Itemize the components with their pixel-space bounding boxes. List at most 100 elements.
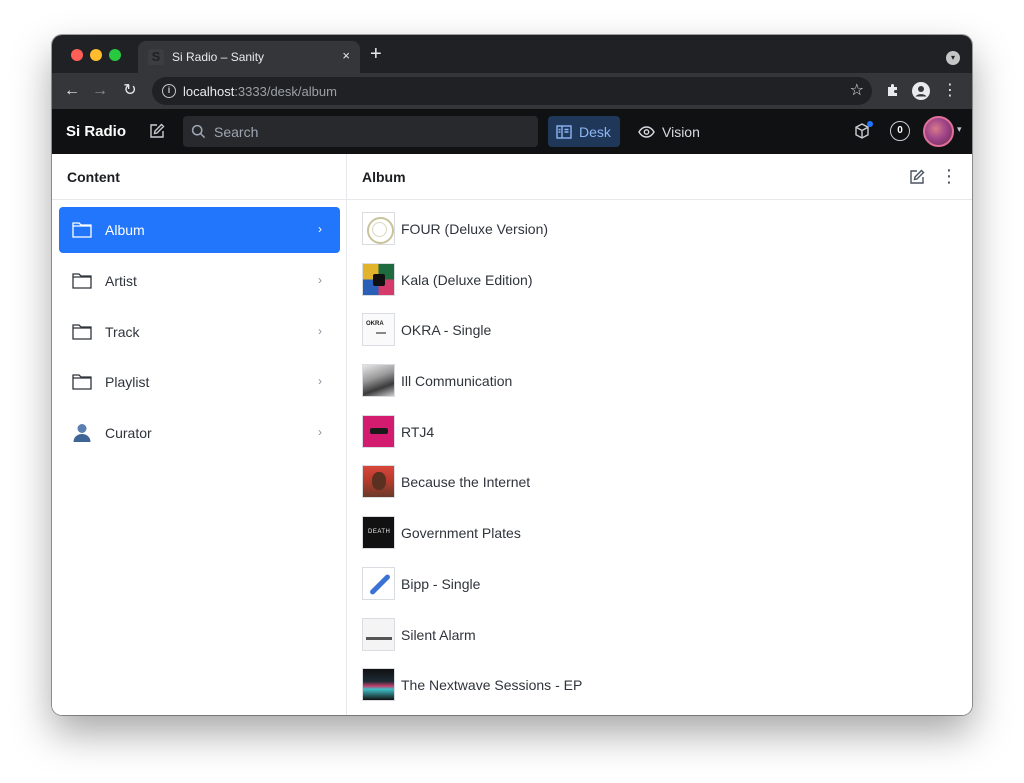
site-info-icon[interactable]: i — [162, 84, 176, 98]
list-item[interactable]: Government Plates — [362, 514, 957, 565]
album-title: Silent Alarm — [401, 626, 476, 643]
album-title: Bipp - Single — [401, 575, 481, 592]
chevron-right-icon: › — [318, 374, 322, 389]
album-title: Kala (Deluxe Edition) — [401, 271, 533, 288]
desk-icon — [556, 125, 572, 139]
tool-desk-label: Desk — [579, 124, 611, 140]
extensions-puzzle-icon[interactable] — [884, 82, 902, 100]
more-options-icon[interactable]: ⋮ — [940, 167, 958, 185]
new-tab-button[interactable]: + — [370, 44, 382, 64]
browser-menu-icon[interactable]: ⋮ — [941, 82, 959, 100]
album-pane: Album ⋮ FOUR (Deluxe Version) Kala (Delu… — [347, 154, 972, 715]
chevron-right-icon: › — [318, 425, 322, 440]
album-cover-thumbnail — [362, 465, 395, 499]
list-item[interactable]: Ill Communication — [362, 362, 957, 413]
forward-arrow-icon[interactable]: → — [90, 81, 110, 101]
folder-icon — [72, 273, 92, 289]
sidebar-item-label: Album — [105, 222, 145, 238]
list-item[interactable]: FOUR (Deluxe Version) — [362, 210, 957, 261]
list-item[interactable]: OKRA - Single — [362, 311, 957, 362]
search-input[interactable]: Search — [183, 116, 538, 147]
search-placeholder: Search — [214, 124, 259, 140]
album-cover-thumbnail — [362, 516, 395, 550]
sidebar-item-label: Track — [105, 323, 140, 340]
album-title: RTJ4 — [401, 423, 435, 440]
eye-icon — [638, 126, 655, 138]
browser-tab[interactable]: S Si Radio – Sanity × — [138, 41, 360, 73]
reload-icon[interactable]: ↻ — [120, 81, 140, 101]
url-path: :3333/desk/album — [234, 84, 337, 99]
list-item[interactable]: Because the Internet — [362, 463, 957, 514]
sidebar-item-album[interactable]: Album › — [59, 207, 340, 253]
chevron-down-icon[interactable]: ▾ — [957, 124, 962, 135]
album-cover-thumbnail — [362, 212, 395, 245]
sidebar-item-artist[interactable]: Artist › — [59, 258, 340, 304]
address-bar[interactable]: i localhost:3333/desk/album ☆ — [152, 77, 872, 105]
content-type-list: Album › Artist › Track › Playlist › Cura… — [59, 207, 340, 461]
sidebar-item-label: Curator — [105, 425, 152, 442]
folder-icon — [72, 374, 92, 391]
presence-count-badge[interactable]: 0 — [890, 121, 910, 141]
album-pane-header: Album ⋮ — [347, 154, 972, 200]
studio-brand[interactable]: Si Radio — [66, 123, 126, 140]
folder-icon — [72, 222, 92, 238]
tool-desk[interactable]: Desk — [548, 116, 620, 147]
chevron-right-icon: › — [318, 323, 322, 338]
sidebar-item-track[interactable]: Track › — [59, 309, 340, 355]
chevron-right-icon: › — [318, 222, 322, 236]
folder-icon — [72, 323, 92, 340]
url-text: localhost:3333/desk/album — [183, 84, 337, 99]
list-item[interactable]: RTJ4 — [362, 413, 957, 464]
create-document-icon[interactable] — [908, 168, 926, 186]
sidebar-item-label: Playlist — [105, 374, 150, 391]
update-indicator-dot — [867, 121, 873, 127]
album-title: Government Plates — [401, 525, 521, 542]
album-title: FOUR (Deluxe Version) — [401, 221, 549, 237]
minimize-window-button[interactable] — [90, 49, 102, 61]
user-avatar[interactable] — [923, 116, 954, 147]
user-icon — [73, 424, 91, 443]
album-cover-thumbnail — [362, 364, 395, 398]
album-title: Ill Communication — [401, 373, 513, 390]
compose-icon[interactable] — [148, 122, 166, 140]
chevron-right-icon: › — [318, 272, 322, 287]
tab-strip: S Si Radio – Sanity × + ▾ — [52, 35, 972, 73]
back-arrow-icon[interactable]: ← — [62, 81, 82, 101]
tab-close-icon[interactable]: × — [342, 48, 350, 64]
bookmark-star-icon[interactable]: ☆ — [850, 82, 864, 100]
sidebar-item-playlist[interactable]: Playlist › — [59, 359, 340, 405]
album-title: OKRA - Single — [401, 322, 492, 339]
url-host: localhost — [183, 84, 235, 99]
album-cover-thumbnail — [362, 617, 395, 651]
list-item[interactable]: Silent Alarm — [362, 616, 957, 667]
album-cover-thumbnail — [362, 668, 395, 702]
album-list: FOUR (Deluxe Version) Kala (Deluxe Editi… — [362, 210, 957, 715]
sidebar-item-label: Artist — [105, 272, 137, 289]
album-cover-thumbnail — [362, 262, 395, 296]
close-window-button[interactable] — [71, 49, 83, 61]
tab-title: Si Radio – Sanity — [172, 50, 265, 64]
album-pane-title: Album — [362, 169, 406, 185]
album-title: Because the Internet — [401, 474, 531, 491]
tab-search-icon[interactable]: ▾ — [946, 51, 960, 65]
list-item[interactable]: Bipp - Single — [362, 565, 957, 616]
list-item[interactable]: The Nextwave Sessions - EP — [362, 666, 957, 715]
list-item[interactable]: Kala (Deluxe Edition) — [362, 261, 957, 312]
search-icon — [191, 124, 206, 139]
content-pane-title: Content — [67, 169, 120, 185]
maximize-window-button[interactable] — [109, 49, 121, 61]
app-header: Si Radio Search Desk Vision 0 ▾ — [52, 109, 972, 154]
album-cover-thumbnail — [362, 566, 395, 600]
tool-vision-label: Vision — [662, 124, 700, 140]
sanity-favicon-icon: S — [148, 49, 164, 65]
album-title: The Nextwave Sessions - EP — [401, 677, 583, 694]
browser-toolbar: ← → ↻ i localhost:3333/desk/album ☆ ⋮ — [52, 73, 972, 109]
profile-icon[interactable] — [912, 82, 930, 100]
sidebar-item-curator[interactable]: Curator › — [59, 410, 340, 456]
content-pane: Content Album › Artist › Track › Playlis… — [52, 154, 347, 715]
browser-window: S Si Radio – Sanity × + ▾ ← → ↻ i localh… — [52, 35, 972, 715]
album-cover-thumbnail — [362, 414, 395, 448]
tool-vision[interactable]: Vision — [632, 116, 712, 147]
content-pane-header: Content — [52, 154, 346, 200]
album-cover-thumbnail — [362, 313, 395, 347]
